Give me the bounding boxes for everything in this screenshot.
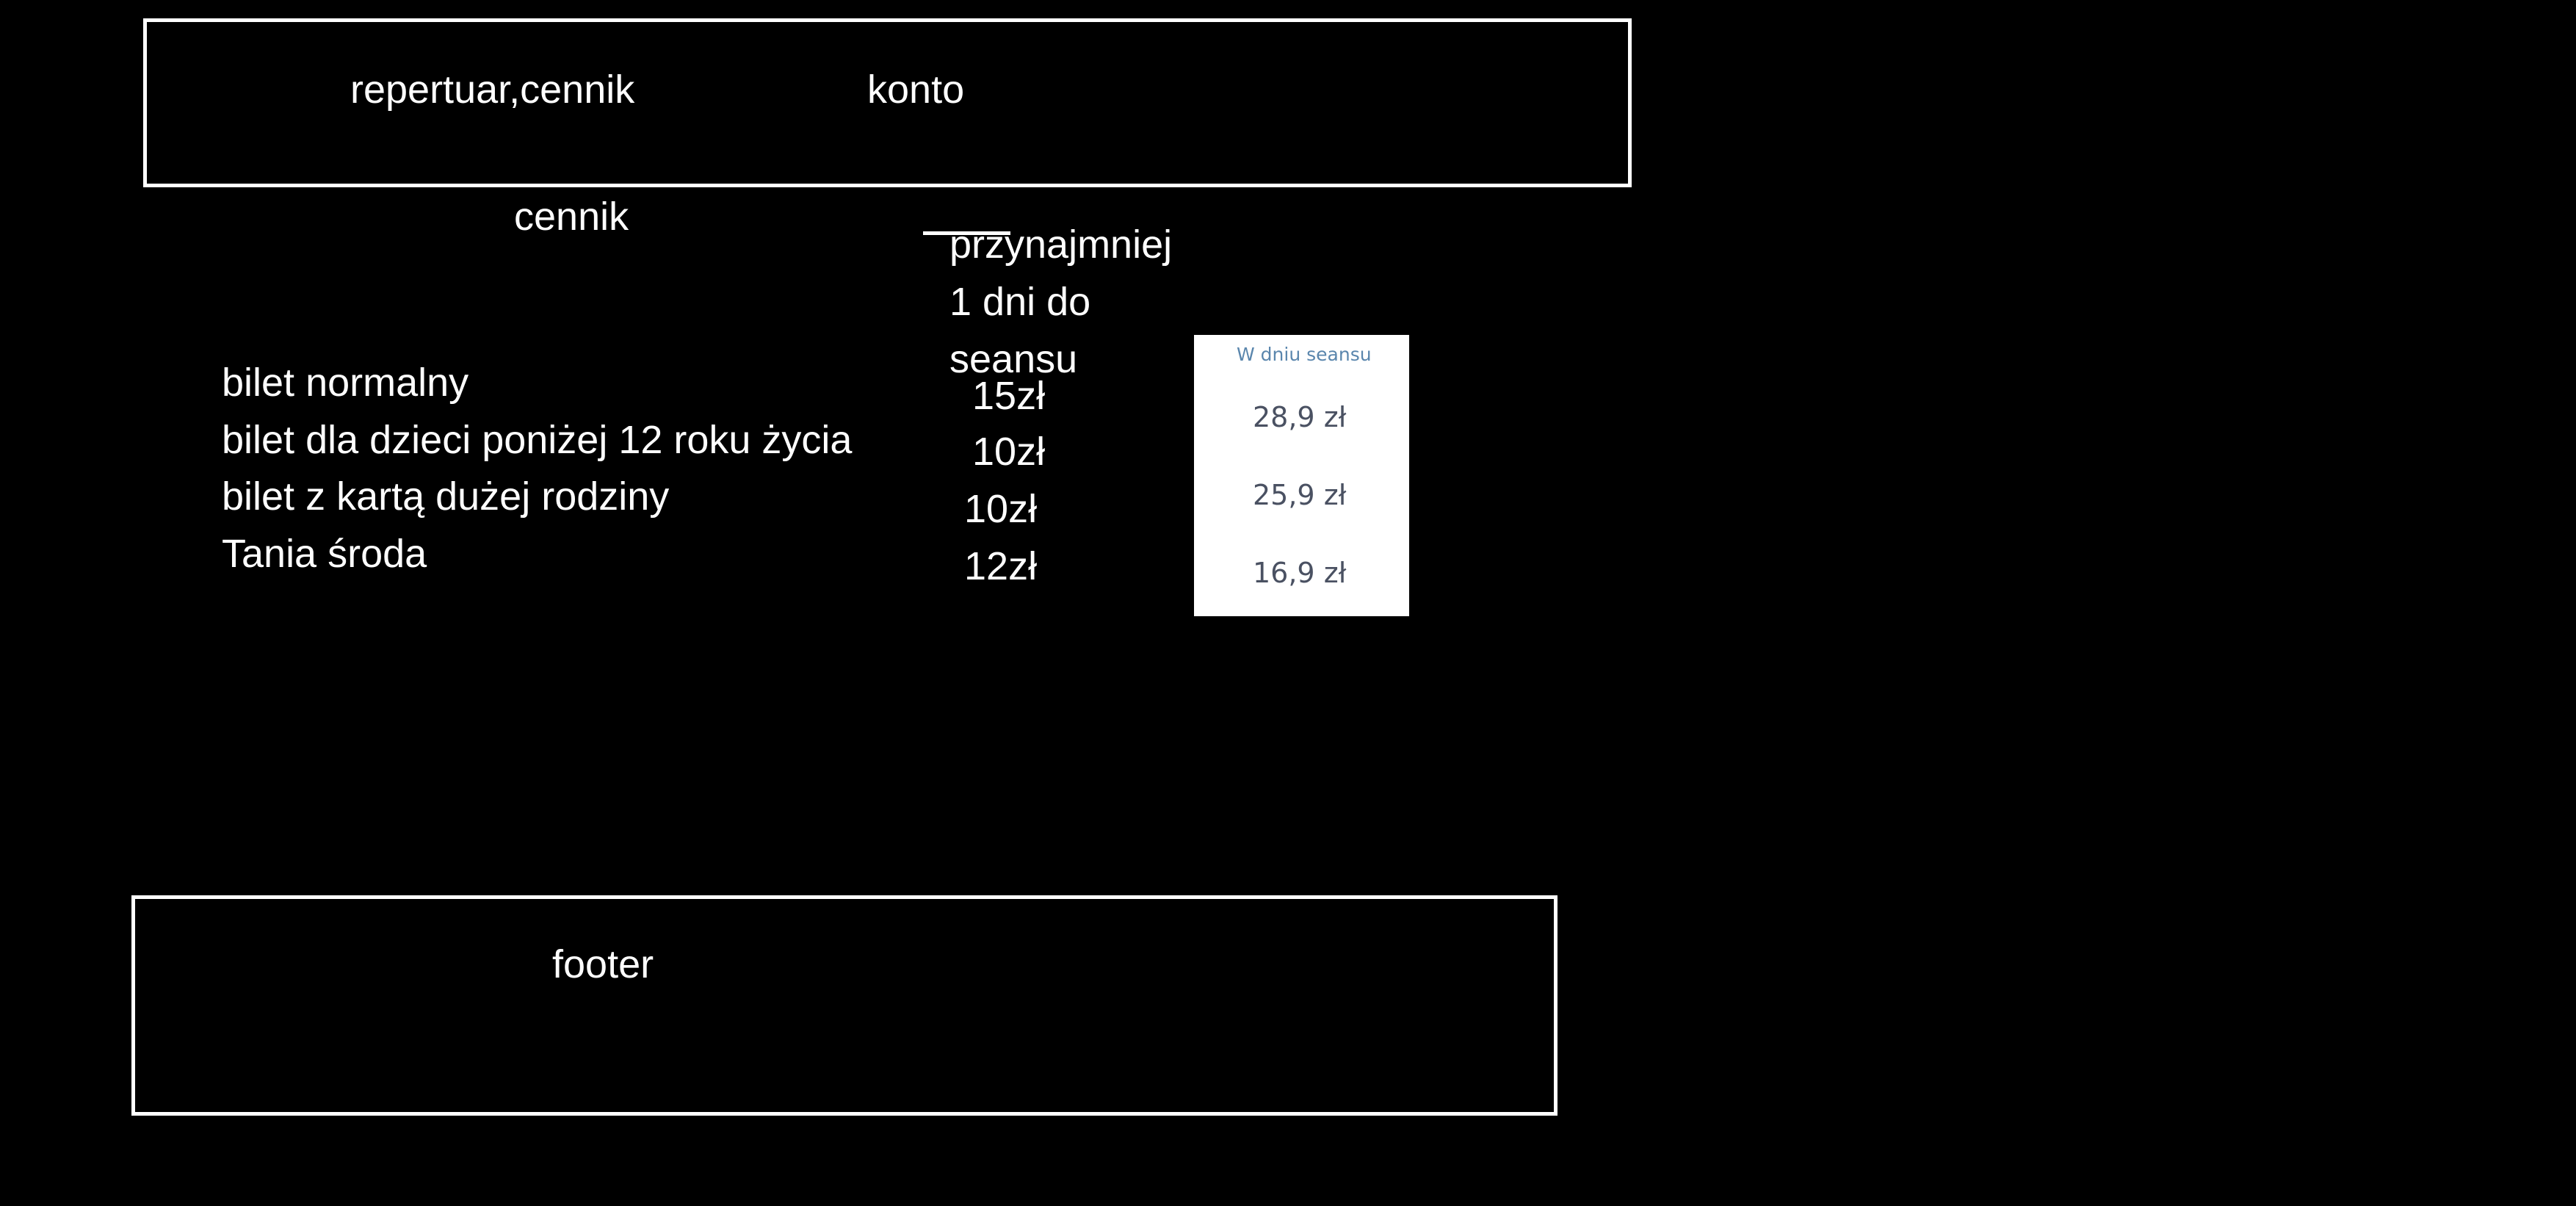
footer-label: footer [552, 942, 654, 986]
ticket-name: bilet z kartą dużej rodziny [222, 474, 670, 519]
same-day-price-panel: W dniu seansu 28,9 zł 25,9 zł 16,9 zł [1194, 335, 1409, 616]
column-header-line-1: przynajmniej [949, 223, 1173, 267]
ticket-name: bilet dla dzieci poniżej 12 roku życia [222, 418, 853, 462]
same-day-price: 25,9 zł [1253, 479, 1347, 511]
page-title: cennik [514, 195, 629, 239]
same-day-header: W dniu seansu [1237, 344, 1372, 365]
nav-konto[interactable]: konto [867, 70, 964, 109]
ticket-name: bilet normalny [222, 361, 469, 405]
same-day-price: 16,9 zł [1253, 557, 1347, 589]
ticket-price: 10zł [972, 430, 1046, 474]
nav-repertuar-cennik[interactable]: repertuar,cennik [350, 70, 634, 109]
ticket-name: Tania środa [222, 532, 427, 576]
footer [131, 895, 1557, 1116]
column-header-line-3: seansu [949, 337, 1078, 381]
ticket-price: 15zł [972, 374, 1046, 418]
ticket-price: 10zł [964, 487, 1038, 531]
column-header-line-2: 1 dni do [949, 280, 1091, 324]
ticket-price: 12zł [964, 544, 1038, 588]
same-day-price: 28,9 zł [1253, 401, 1347, 433]
